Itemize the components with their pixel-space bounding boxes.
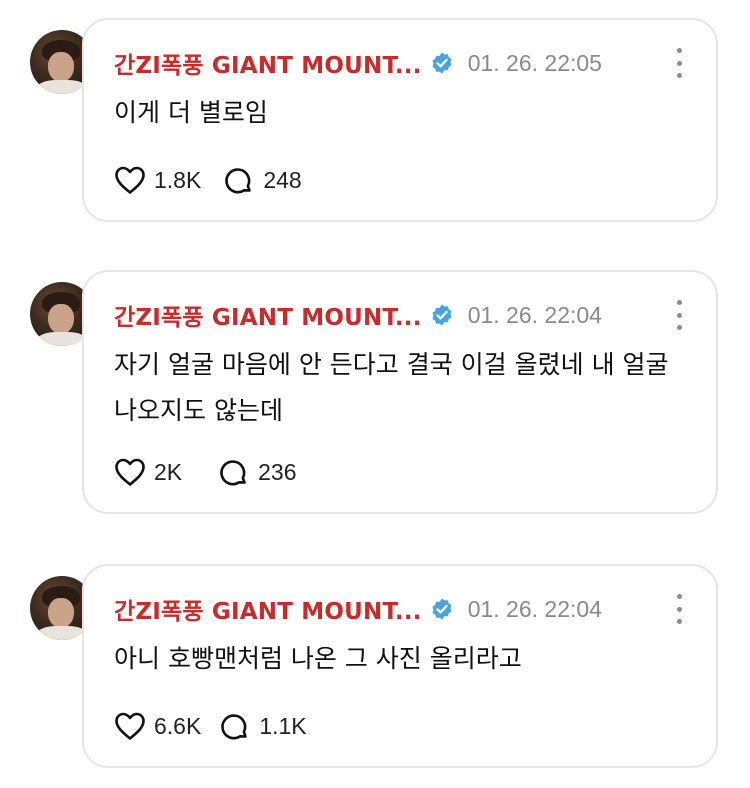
comment-text: 아니 호빵맨처럼 나온 그 사진 올리라고 [114, 644, 522, 673]
like-count: 6.6K [154, 712, 202, 739]
comment-count: 248 [263, 166, 302, 193]
comment-count: 236 [258, 458, 297, 485]
verified-badge-icon [432, 52, 452, 74]
comment-actions: 6.6K 1.1K [114, 708, 307, 744]
comment-count: 1.1K [259, 712, 307, 739]
comment-header: 간ZI폭풍 GIANT MOUNT... 01. 26. 22:04 [114, 298, 602, 332]
like-count: 2K [154, 458, 183, 485]
comment-bubble: 간ZI폭풍 GIANT MOUNT... 01. 26. 22:04 자기 얼굴… [82, 270, 718, 514]
author-name[interactable]: 간ZI폭풍 GIANT MOUNT... [114, 46, 422, 80]
heart-icon [115, 166, 145, 194]
comment-bubble-icon [225, 168, 252, 194]
comment-actions: 2K 236 [114, 454, 297, 490]
like-button[interactable]: 1.8K [114, 165, 201, 195]
comment-bubble-icon [221, 714, 248, 740]
comment-text: 자기 얼굴 마음에 안 든다고 결국 이걸 올렸네 내 얼굴 나오지도 않는데 [114, 350, 669, 425]
comment-button[interactable]: 236 [218, 457, 297, 487]
heart-icon [115, 712, 145, 740]
comment-bubble-icon [220, 460, 246, 486]
comment-button[interactable]: 248 [223, 165, 302, 195]
more-vertical-icon[interactable] [672, 594, 686, 624]
heart-icon [115, 458, 145, 486]
timestamp: 01. 26. 22:05 [467, 49, 602, 76]
comment-feed: 간ZI폭풍 GIANT MOUNT... 01. 26. 22:05 이게 더 … [0, 0, 750, 788]
comment-header: 간ZI폭풍 GIANT MOUNT... 01. 26. 22:04 [114, 592, 602, 626]
like-button[interactable]: 6.6K [114, 711, 201, 741]
timestamp: 01. 26. 22:04 [467, 301, 602, 328]
like-button[interactable]: 2K [114, 457, 182, 487]
comment-actions: 1.8K 248 [114, 162, 302, 198]
comment-button[interactable]: 1.1K [219, 711, 307, 741]
timestamp: 01. 26. 22:04 [467, 595, 602, 622]
comment-bubble: 간ZI폭풍 GIANT MOUNT... 01. 26. 22:04 아니 호빵… [82, 564, 718, 768]
more-vertical-icon[interactable] [672, 300, 686, 330]
comment-bubble: 간ZI폭풍 GIANT MOUNT... 01. 26. 22:05 이게 더 … [82, 18, 718, 222]
comment-header: 간ZI폭풍 GIANT MOUNT... 01. 26. 22:05 [114, 46, 602, 80]
verified-badge-icon [432, 598, 452, 620]
author-name[interactable]: 간ZI폭풍 GIANT MOUNT... [114, 298, 422, 332]
author-name[interactable]: 간ZI폭풍 GIANT MOUNT... [114, 592, 422, 626]
like-count: 1.8K [154, 166, 202, 193]
comment-text: 이게 더 별로임 [114, 98, 268, 127]
more-vertical-icon[interactable] [672, 48, 686, 78]
verified-badge-icon [432, 304, 452, 326]
